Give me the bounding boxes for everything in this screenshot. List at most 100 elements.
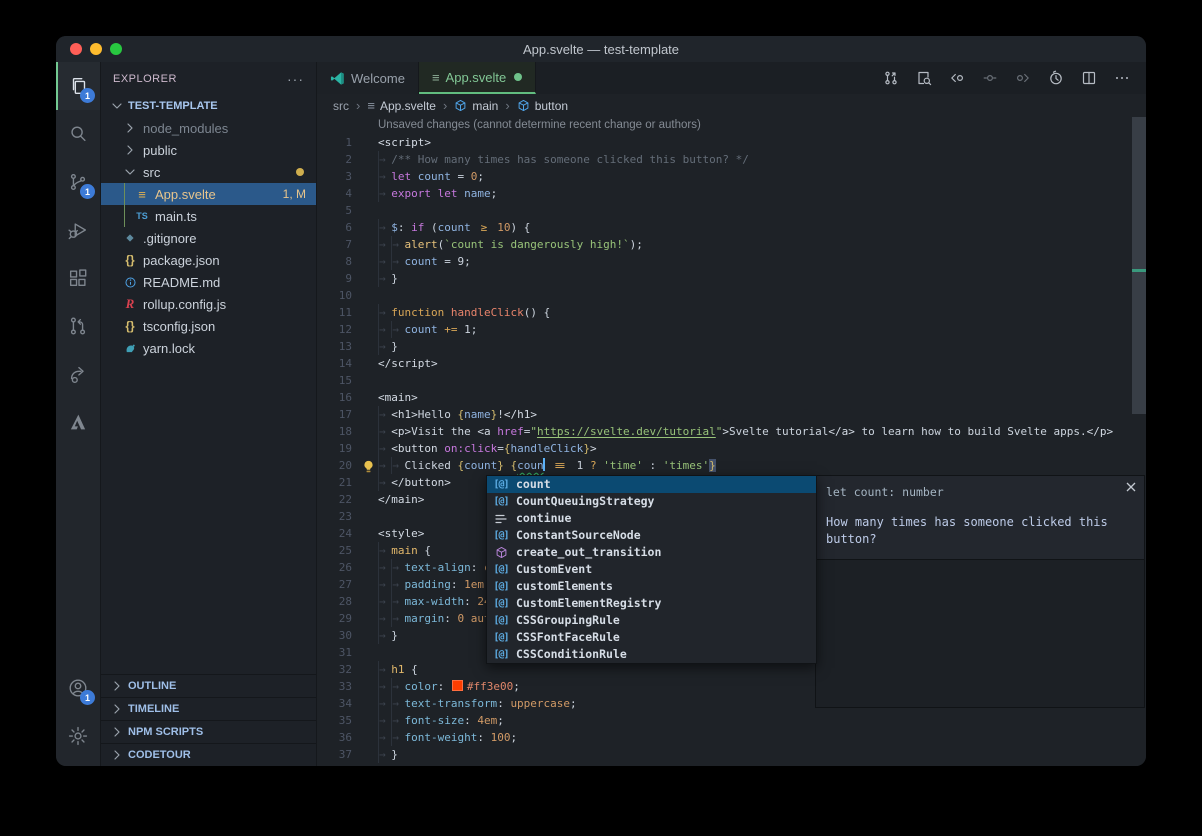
section-npm-scripts[interactable]: NPM SCRIPTS — [101, 720, 316, 743]
file-row-yarn.lock[interactable]: yarn.lock — [101, 337, 316, 359]
file-history-icon[interactable] — [1048, 70, 1064, 86]
account-icon[interactable]: 1 — [56, 664, 100, 712]
suggestion-CustomEvent[interactable]: [@]CustomEvent — [487, 561, 816, 578]
activity-bar-top: 11 — [56, 62, 100, 446]
line-number: 31 — [317, 644, 378, 661]
split-editor-icon[interactable] — [1081, 70, 1097, 86]
gitlens-graph-icon[interactable] — [883, 70, 899, 86]
line-number: 16 — [317, 389, 378, 406]
file-label: package.json — [143, 253, 220, 268]
suggestion-label: CSSConditionRule — [516, 646, 627, 663]
code-line-9: 9→} — [317, 270, 1146, 287]
scrollbar[interactable] — [1132, 117, 1146, 414]
code-line-18: 18→<p>Visit the <a href="https://svelte.… — [317, 423, 1146, 440]
azure-icon[interactable] — [56, 398, 100, 446]
suggestion-customElements[interactable]: [@]customElements — [487, 578, 816, 595]
line-number: 27 — [317, 576, 378, 593]
line-content: →} — [378, 746, 398, 763]
minimize-window-button[interactable] — [90, 43, 102, 55]
section-timeline[interactable]: TIMELINE — [101, 697, 316, 720]
suggestion-CSSGroupingRule[interactable]: [@]CSSGroupingRule — [487, 612, 816, 629]
symbol-cube-icon — [454, 99, 467, 112]
code-line-20: 20→→Clicked {count} {coun ≡ 1 ? 'time' :… — [317, 457, 1146, 474]
code-line-3: 3→let count = 0; — [317, 168, 1146, 185]
line-number: 2 — [317, 151, 378, 168]
breadcrumb-button[interactable]: button — [517, 99, 568, 113]
code-editor[interactable]: Unsaved changes (cannot determine recent… — [317, 117, 1146, 766]
symbol-variable-icon: [@] — [491, 527, 511, 544]
close-icon[interactable] — [1126, 482, 1136, 492]
suggestion-label: CountQueuingStrategy — [516, 493, 654, 510]
suggestion-CountQueuingStrategy[interactable]: [@]CountQueuingStrategy — [487, 493, 816, 510]
section-outline[interactable]: OUTLINE — [101, 674, 316, 697]
open-preview-icon[interactable] — [916, 70, 932, 86]
chevron-right-icon — [109, 747, 125, 763]
workspace-section-header[interactable]: TEST-TEMPLATE — [101, 95, 316, 117]
file-row-tsconfig.json[interactable]: {}tsconfig.json — [101, 315, 316, 337]
file-label: src — [143, 165, 160, 180]
tab-bar: Welcome ≡App.svelte — [317, 62, 1146, 94]
line-number: 1 — [317, 134, 378, 151]
extensions-icon[interactable] — [56, 254, 100, 302]
line-content: →<p>Visit the <a href="https://svelte.de… — [378, 423, 1113, 440]
line-content: </main> — [378, 491, 424, 508]
more-actions-icon[interactable]: ··· — [287, 71, 304, 87]
file-row-rollup.config.js[interactable]: Rrollup.config.js — [101, 293, 316, 315]
suggestion-count[interactable]: [@]count — [487, 476, 816, 493]
suggestion-create_out_transition[interactable]: create_out_transition — [487, 544, 816, 561]
suggestion-CSSFontFaceRule[interactable]: [@]CSSFontFaceRule — [487, 629, 816, 646]
settings-icon[interactable] — [56, 712, 100, 760]
line-number: 4 — [317, 185, 378, 202]
file-row-.gitignore[interactable]: .gitignore — [101, 227, 316, 249]
breadcrumb-src[interactable]: src — [333, 99, 349, 113]
lightbulb-icon[interactable] — [362, 460, 375, 478]
line-number: 9 — [317, 270, 378, 287]
color-swatch[interactable] — [452, 680, 463, 691]
suggestion-continue[interactable]: continue — [487, 510, 816, 527]
github-pr-icon[interactable] — [56, 302, 100, 350]
source-control-icon[interactable]: 1 — [56, 158, 100, 206]
symbol-variable-icon: [@] — [491, 629, 511, 646]
suggestion-ConstantSourceNode[interactable]: [@]ConstantSourceNode — [487, 527, 816, 544]
tab-app-svelte[interactable]: ≡App.svelte — [419, 62, 536, 94]
gitignore-icon — [121, 232, 139, 244]
workspace-name: TEST-TEMPLATE — [128, 100, 218, 112]
search-icon[interactable] — [56, 110, 100, 158]
file-row-public[interactable]: public — [101, 139, 316, 161]
line-number: 7 — [317, 236, 378, 253]
breadcrumb-main[interactable]: main — [454, 99, 498, 113]
breadcrumb-app-svelte[interactable]: ≡App.svelte — [367, 98, 436, 113]
run-debug-icon[interactable] — [56, 206, 100, 254]
suggestion-CSSConditionRule[interactable]: [@] CSSConditionRule — [487, 646, 816, 663]
title-bar[interactable]: App.svelte — test-template — [56, 36, 1146, 62]
file-row-README.md[interactable]: README.md — [101, 271, 316, 293]
breadcrumb-separator: › — [443, 98, 447, 113]
ts-icon: TS — [133, 211, 151, 221]
more-actions-icon[interactable] — [1114, 70, 1130, 86]
line-number: 22 — [317, 491, 378, 508]
file-row-main.ts[interactable]: TSmain.ts — [101, 205, 316, 227]
line-number: 8 — [317, 253, 378, 270]
line-content: <main> — [378, 389, 418, 406]
line-content — [378, 644, 391, 661]
file-row-App.svelte[interactable]: ≡App.svelte1, M — [101, 183, 316, 205]
live-share-icon[interactable] — [56, 350, 100, 398]
suggestion-CustomElementRegistry[interactable]: [@]CustomElementRegistry — [487, 595, 816, 612]
symbol-variable-icon: [@] — [491, 646, 511, 663]
tab-welcome[interactable]: Welcome — [317, 62, 419, 94]
file-label: README.md — [143, 275, 220, 290]
zoom-window-button[interactable] — [110, 43, 122, 55]
open-changes-icon[interactable] — [982, 70, 998, 86]
tab-label: Welcome — [351, 71, 405, 86]
line-number: 24 — [317, 525, 378, 542]
previous-change-icon[interactable] — [949, 70, 965, 86]
section-codetour[interactable]: CODETOUR — [101, 743, 316, 766]
explorer-icon[interactable]: 1 — [56, 62, 100, 110]
file-row-package.json[interactable]: {}package.json — [101, 249, 316, 271]
file-row-node_modules[interactable]: node_modules — [101, 117, 316, 139]
next-change-icon[interactable] — [1015, 70, 1031, 86]
symbol-signature: let count: number — [826, 484, 1134, 501]
file-row-src[interactable]: src — [101, 161, 316, 183]
close-window-button[interactable] — [70, 43, 82, 55]
editor-actions — [883, 62, 1146, 94]
